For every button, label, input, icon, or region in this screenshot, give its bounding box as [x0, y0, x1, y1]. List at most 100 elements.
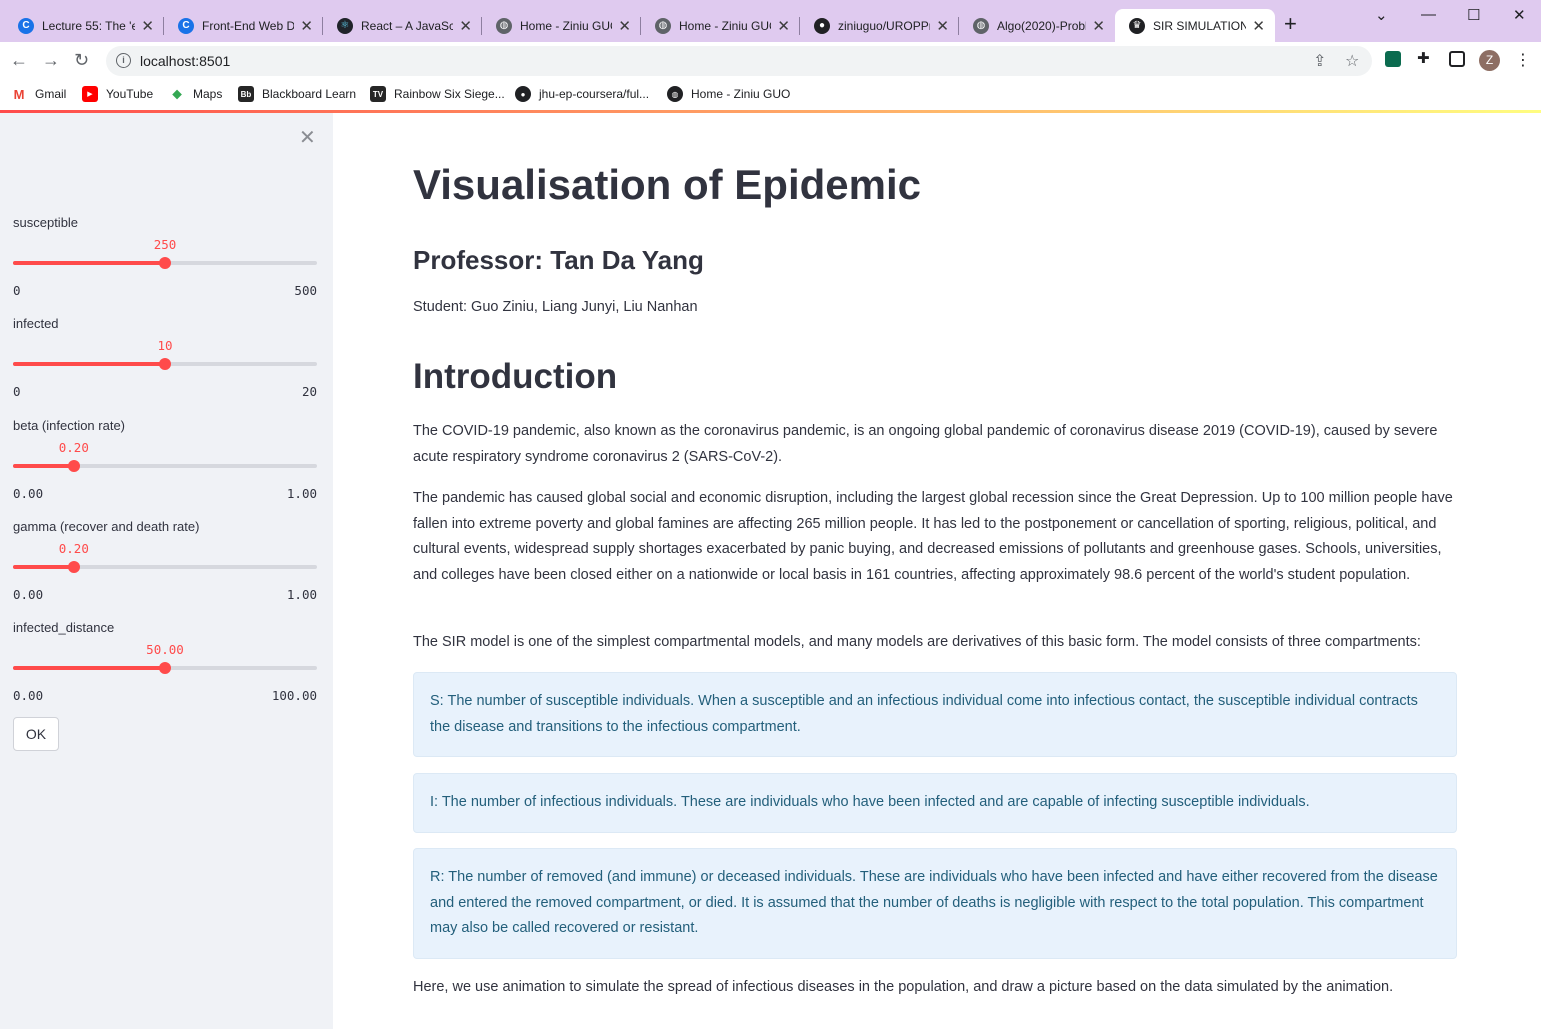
- ok-button[interactable]: OK: [13, 717, 59, 751]
- close-icon[interactable]: ✕: [1252, 17, 1265, 35]
- slider-thumb[interactable]: [159, 257, 171, 269]
- url-text[interactable]: localhost:8501: [140, 53, 230, 69]
- slider-thumb[interactable]: [159, 662, 171, 674]
- slider-value: 0.20: [58, 541, 89, 556]
- tab-label: React – A JavaScri: [361, 18, 454, 33]
- slider-value: 0.20: [58, 440, 89, 455]
- bookmark-star-icon[interactable]: ☆: [1345, 51, 1359, 71]
- side-panel-icon[interactable]: [1449, 51, 1465, 67]
- introduction-heading: Introduction: [413, 357, 618, 396]
- coursera-icon: C: [178, 17, 194, 34]
- close-icon[interactable]: ✕: [459, 17, 472, 35]
- browser-tab[interactable]: ● ziniuguo/UROPPr ✕: [800, 9, 959, 42]
- address-bar[interactable]: i localhost:8501 ⇪ ☆: [106, 46, 1372, 76]
- close-sidebar-icon[interactable]: ✕: [299, 125, 316, 150]
- puzzle-extensions-icon[interactable]: ✚: [1417, 49, 1433, 67]
- slider-value: 250: [153, 237, 177, 252]
- bookmark-item[interactable]: ● jhu-ep-coursera/ful...: [515, 86, 649, 102]
- slider-track[interactable]: [13, 464, 317, 468]
- paragraph-pandemic-effects: The pandemic has caused global social an…: [413, 490, 1453, 583]
- paragraph-animation: Here, we use animation to simulate the s…: [413, 979, 1394, 995]
- info-box-susceptible: S: The number of susceptible individuals…: [413, 672, 1457, 757]
- tab-label: Algo(2020)-Proble: [997, 18, 1087, 33]
- slider-value: 50.00: [146, 642, 184, 657]
- browser-tab[interactable]: ◍ Algo(2020)-Proble ✕: [959, 9, 1115, 42]
- slider-thumb[interactable]: [67, 561, 80, 573]
- tab-search-chevron-icon[interactable]: ⌄: [1375, 6, 1388, 24]
- extension-icon[interactable]: [1385, 51, 1401, 67]
- github-icon: ●: [515, 86, 531, 102]
- slider-fill: [13, 565, 74, 569]
- share-icon[interactable]: ⇪: [1313, 51, 1326, 71]
- globe-icon: ◍: [655, 17, 671, 34]
- slider-min: 0: [13, 384, 21, 399]
- window-close-icon[interactable]: ✕: [1513, 6, 1526, 24]
- slider-max: 1.00: [286, 587, 317, 602]
- close-icon[interactable]: ✕: [300, 17, 313, 35]
- browser-tab[interactable]: ◍ Home - Ziniu GUO ✕: [482, 9, 641, 42]
- bookmark-label: Gmail: [35, 87, 67, 101]
- slider-max: 100.00: [271, 688, 317, 703]
- youtube-icon: ▶: [82, 86, 98, 102]
- back-arrow-icon[interactable]: ←: [10, 50, 28, 71]
- forward-arrow-icon[interactable]: →: [42, 50, 60, 71]
- slider-track[interactable]: [13, 565, 317, 569]
- github-icon: ●: [814, 17, 830, 34]
- close-icon[interactable]: ✕: [141, 17, 154, 35]
- bookmarks-bar: M Gmail ▶ YouTube ⬥ Maps Bb Blackboard L…: [0, 80, 1541, 110]
- slider-thumb[interactable]: [67, 460, 80, 472]
- bookmark-label: Rainbow Six Siege...: [394, 87, 505, 101]
- bookmark-label: jhu-ep-coursera/ful...: [539, 87, 650, 101]
- gmail-icon: M: [13, 86, 25, 102]
- maximize-icon[interactable]: ☐: [1467, 6, 1480, 24]
- close-icon[interactable]: ✕: [936, 17, 949, 35]
- close-icon[interactable]: ✕: [777, 17, 790, 35]
- new-tab-icon[interactable]: +: [1284, 12, 1297, 36]
- tab-label: Home - Ziniu GUO: [679, 18, 772, 33]
- slider-label: gamma (recover and death rate): [13, 519, 200, 534]
- avatar[interactable]: Z: [1479, 50, 1500, 71]
- paragraph-covid: The COVID-19 pandemic, also known as the…: [413, 423, 1438, 465]
- minimize-icon[interactable]: —: [1421, 6, 1436, 23]
- browser-tab[interactable]: C Lecture 55: The 'e ✕: [4, 9, 164, 42]
- bookmark-item[interactable]: ▶ YouTube: [82, 86, 153, 102]
- browser-tab[interactable]: ⚛ React – A JavaScri ✕: [323, 9, 482, 42]
- paragraph-sir-model: The SIR model is one of the simplest com…: [413, 634, 1421, 650]
- info-box-removed: R: The number of removed (and immune) or…: [413, 848, 1457, 959]
- bookmark-item[interactable]: ⬥ Maps: [169, 86, 222, 102]
- bookmark-label: YouTube: [106, 87, 154, 101]
- browser-tab[interactable]: ◍ Home - Ziniu GUO ✕: [641, 9, 800, 42]
- globe-icon: ◍: [667, 86, 683, 102]
- bookmark-item[interactable]: TV Rainbow Six Siege...: [370, 86, 505, 102]
- bookmark-item[interactable]: Bb Blackboard Learn: [238, 86, 356, 102]
- tab-label: Lecture 55: The 'e: [42, 18, 136, 33]
- sidebar: ✕ susceptible 250 0 500 infected 10 0 20…: [0, 113, 333, 1029]
- r6-icon: TV: [370, 86, 386, 102]
- main-content: Visualisation of Epidemic Professor: Tan…: [333, 113, 1541, 1029]
- bookmark-label: Blackboard Learn: [262, 87, 357, 101]
- slider-min: 0.00: [13, 587, 44, 602]
- bookmark-item[interactable]: ◍ Home - Ziniu GUO: [667, 86, 790, 102]
- slider-fill: [13, 261, 165, 265]
- slider-susceptible: susceptible 250 0 500: [13, 215, 317, 305]
- slider-fill: [13, 666, 165, 670]
- close-icon[interactable]: ✕: [618, 17, 631, 35]
- browser-toolbar: ← → ↻ i localhost:8501 ⇪ ☆: [0, 42, 1541, 80]
- page-title: Visualisation of Epidemic: [413, 161, 922, 208]
- slider-thumb[interactable]: [159, 358, 171, 370]
- site-info-icon[interactable]: i: [116, 53, 131, 68]
- bookmark-item[interactable]: M Gmail: [11, 86, 67, 102]
- slider-min: 0.00: [13, 688, 44, 703]
- browser-tab[interactable]: C Front-End Web De ✕: [164, 9, 323, 42]
- slider-infected: infected 10 0 20: [13, 316, 317, 406]
- browser-tab-active[interactable]: ♛ SIR SIMULATION ✕: [1115, 9, 1275, 42]
- slider-value: 10: [157, 338, 173, 353]
- kebab-menu-icon[interactable]: ⋮: [1515, 50, 1531, 70]
- students-text: Student: Guo Ziniu, Liang Junyi, Liu Nan…: [413, 299, 698, 315]
- slider-max: 20: [301, 384, 317, 399]
- slider-max: 500: [294, 283, 317, 298]
- reload-icon[interactable]: ↻: [74, 50, 89, 71]
- professor-heading: Professor: Tan Da Yang: [413, 245, 704, 275]
- close-icon[interactable]: ✕: [1092, 17, 1105, 35]
- slider-label: beta (infection rate): [13, 418, 126, 433]
